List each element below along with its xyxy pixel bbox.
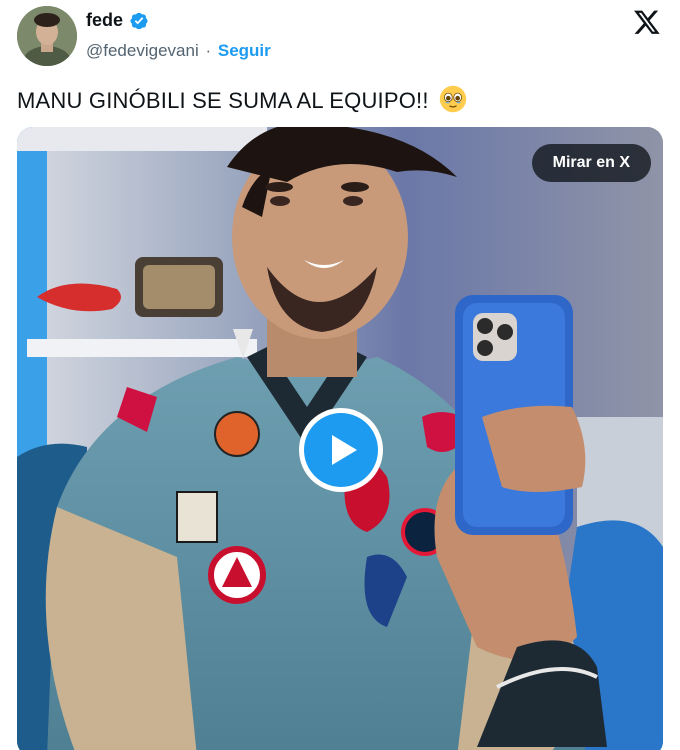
tweet-text: MANU GINÓBILI SE SUMA AL EQUIPO!! [17,85,467,116]
author-name[interactable]: fede [86,9,123,31]
separator: · [205,41,212,60]
tweet-embed: fede @fedevigevani · Seguir MANU GINÓBIL… [0,0,680,750]
author-meta: @fedevigevani · Seguir [86,40,271,62]
avatar[interactable] [17,6,77,66]
video-thumbnail[interactable]: Mirar en X [17,127,663,750]
play-button[interactable] [299,408,383,492]
play-icon [332,435,357,465]
watch-on-x-button[interactable]: Mirar en X [531,144,651,182]
author-handle[interactable]: @fedevigevani [86,41,199,60]
follow-button[interactable]: Seguir [218,41,271,60]
x-logo-icon[interactable] [632,8,662,36]
tweet-text-content: MANU GINÓBILI SE SUMA AL EQUIPO!! [17,88,429,113]
face-holding-back-tears-icon [439,85,467,113]
verified-badge-icon [130,12,148,30]
